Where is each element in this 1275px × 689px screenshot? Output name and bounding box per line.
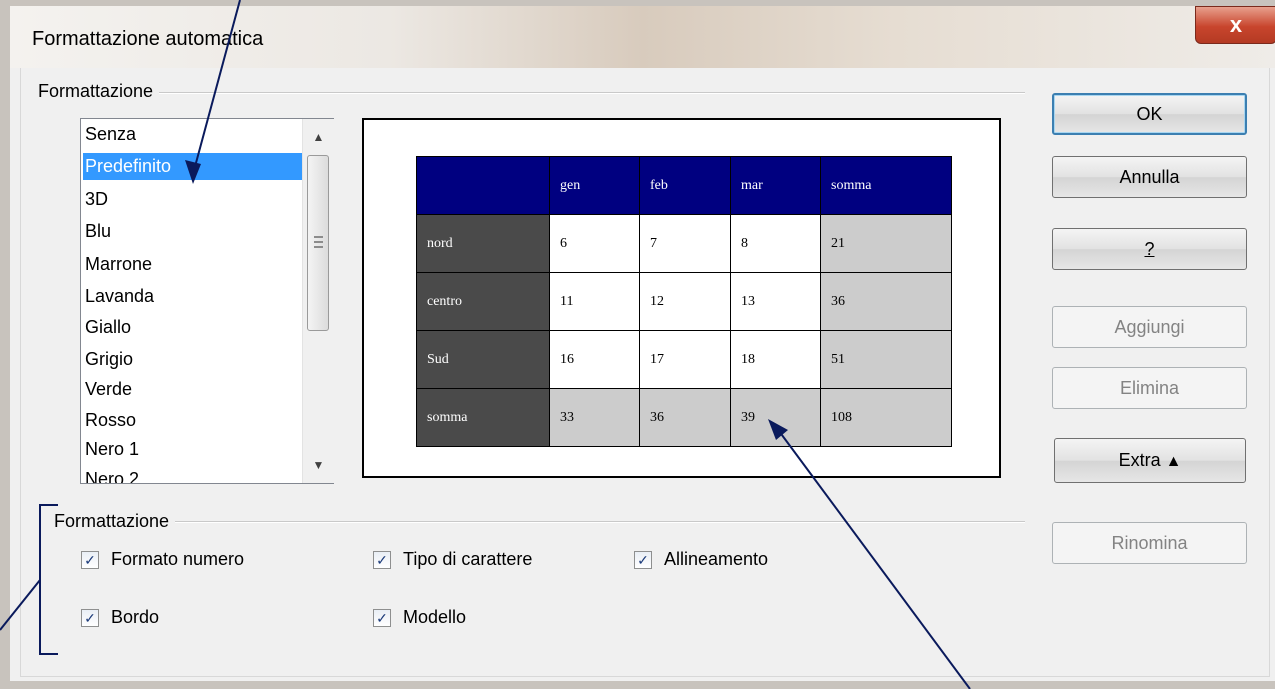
annotation-arrow-top: [192, 0, 241, 175]
arrowhead-icon: [185, 160, 201, 184]
annotation-overlay: [0, 0, 971, 689]
annotation-arrow-bottom: [775, 426, 971, 689]
annotation-line-left: [0, 579, 41, 631]
arrowhead-icon: [768, 419, 788, 440]
annotation-bracket: [39, 504, 58, 655]
